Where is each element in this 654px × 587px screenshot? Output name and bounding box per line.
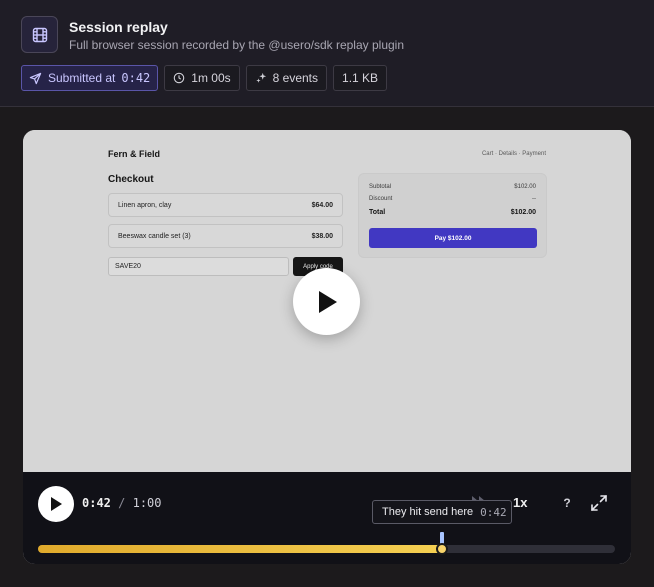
play-icon: [51, 497, 62, 511]
cart-item: Beeswax candle set (3) $38.00: [108, 224, 343, 248]
discount-row: Discount --: [369, 196, 536, 202]
sparkle-icon: [255, 72, 266, 83]
subtotal-row: Subtotal $102.00: [369, 184, 536, 190]
progress-thumb[interactable]: [435, 543, 448, 555]
pay-button: Pay $102.00: [369, 228, 537, 248]
page-subtitle: Full browser session recorded by the @us…: [69, 38, 405, 52]
total-duration: 1:00: [132, 496, 162, 510]
duration-text: 1m 00s: [191, 71, 231, 85]
submitted-time: 0:42: [121, 71, 151, 85]
play-icon: [318, 290, 337, 313]
tooltip-time: 0:42: [480, 505, 507, 519]
replay-header: Session replay Full browser session reco…: [0, 0, 654, 107]
clock-icon: [174, 72, 185, 84]
current-time: 0:42: [82, 496, 111, 510]
checkout-heading: Checkout: [108, 174, 154, 185]
submit-marker-tooltip: They hit send here 0:42: [372, 500, 512, 524]
coupon-input: SAVE20: [108, 257, 289, 276]
submitted-at-chip[interactable]: Submitted at 0:42: [21, 65, 159, 91]
checkout-breadcrumb: Cart · Details · Payment: [481, 151, 546, 157]
discount-value: --: [532, 196, 536, 202]
playback-controls: 0:42 / 1:00 1x ? They hit send here 0:42: [23, 472, 631, 564]
discount-label: Discount: [369, 196, 393, 202]
store-brand: Fern & Field: [108, 149, 161, 159]
time-display: 0:42 / 1:00: [82, 496, 162, 510]
total-value: $102.00: [510, 209, 536, 216]
page-title: Session replay: [69, 19, 168, 35]
cart-item-price: $38.00: [311, 232, 333, 240]
size-text: 1.1 KB: [342, 71, 379, 85]
replay-viewport[interactable]: Fern & Field Cart · Details · Payment Ch…: [23, 130, 631, 472]
events-text: 8 events: [272, 71, 319, 85]
cart-item-name: Linen apron, clay: [118, 201, 172, 209]
order-summary: Subtotal $102.00 Discount -- Total $102.…: [358, 173, 547, 258]
cart-item-price: $64.00: [311, 201, 333, 209]
tooltip-text: They hit send here: [382, 506, 474, 518]
time-separator: /: [118, 496, 126, 510]
total-label: Total: [369, 209, 386, 216]
progress-fill: [38, 545, 442, 553]
center-play-button[interactable]: [293, 268, 360, 335]
total-row: Total $102.00: [369, 209, 536, 216]
events-chip: 8 events: [245, 65, 328, 91]
fullscreen-icon[interactable]: [589, 493, 609, 513]
send-icon: [29, 72, 42, 84]
submitted-label: Submitted at: [48, 71, 116, 85]
replay-player: Fern & Field Cart · Details · Payment Ch…: [23, 130, 631, 564]
playback-speed-button[interactable]: 1x: [513, 495, 527, 510]
size-chip: 1.1 KB: [333, 65, 388, 91]
help-icon[interactable]: ?: [558, 494, 576, 512]
film-icon: [21, 16, 58, 53]
cart-item-name: Beeswax candle set (3): [118, 232, 191, 240]
subtotal-value: $102.00: [514, 184, 536, 190]
play-button[interactable]: [38, 486, 74, 522]
session-meta-chips: Submitted at 0:42 1m 00s 8 events 1.1 KB: [21, 65, 388, 91]
progress-track[interactable]: [38, 543, 615, 555]
cart-item: Linen apron, clay $64.00: [108, 193, 343, 217]
duration-chip: 1m 00s: [164, 65, 240, 91]
subtotal-label: Subtotal: [369, 184, 392, 190]
